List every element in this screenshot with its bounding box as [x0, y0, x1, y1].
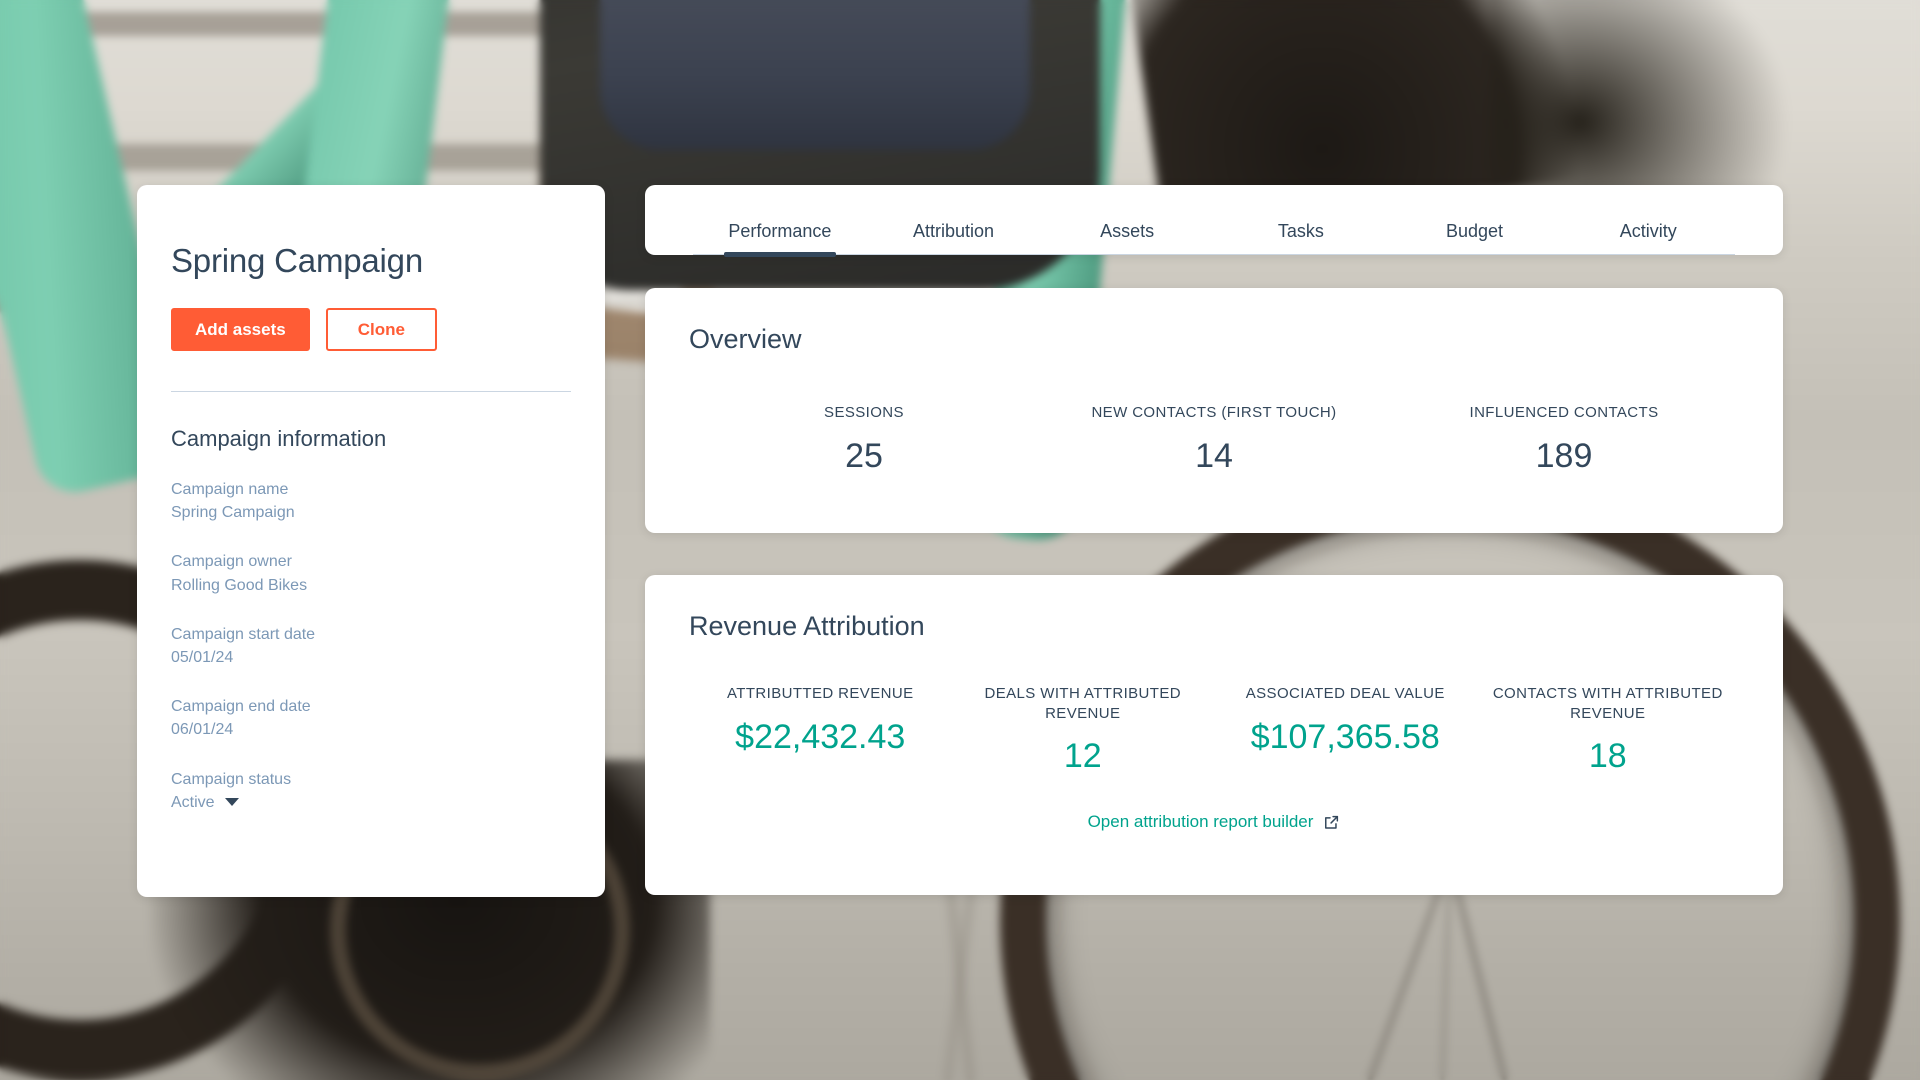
field-label: Campaign status — [171, 770, 292, 788]
tab-attribution[interactable]: Attribution — [867, 221, 1041, 254]
metric-label: CONTACTS WITH ATTRIBUTED REVENUE — [1492, 685, 1723, 722]
field-value-text: 05/01/24 — [171, 648, 234, 666]
field-label: Campaign name — [171, 481, 289, 498]
campaign-status-dropdown[interactable]: Active — [171, 791, 571, 814]
campaign-sidebar-panel: Spring Campaign Add assets Clone Campaig… — [137, 185, 605, 897]
tab-bar-card: Performance Attribution Assets Tasks Bud… — [645, 185, 1783, 255]
metric-deals-with-attributed-revenue: DEALS WITH ATTRIBUTED REVENUE 12 — [952, 684, 1215, 776]
field-value: 05/01/24 — [171, 646, 571, 669]
field-value: Spring Campaign — [171, 501, 571, 524]
clone-button[interactable]: Clone — [325, 308, 437, 351]
metric-associated-deal-value: ASSOCIATED DEAL VALUE $107,365.58 — [1214, 684, 1477, 757]
revenue-metrics: ATTRIBUTTED REVENUE $22,432.43 DEALS WIT… — [689, 684, 1739, 776]
report-link-label: Open attribution report builder — [1087, 812, 1314, 831]
metric-label: INFLUENCED CONTACTS — [1469, 404, 1659, 421]
metric-label: ASSOCIATED DEAL VALUE — [1245, 685, 1445, 702]
tab-assets[interactable]: Assets — [1040, 221, 1214, 254]
info-field-campaign-start-date: Campaign start date 05/01/24 — [171, 623, 571, 669]
tab-tasks[interactable]: Tasks — [1214, 221, 1388, 254]
add-assets-button[interactable]: Add assets — [171, 308, 310, 351]
tab-activity[interactable]: Activity — [1561, 221, 1735, 254]
info-field-campaign-name: Campaign name Spring Campaign — [171, 478, 571, 524]
metric-label: NEW CONTACTS (FIRST TOUCH) — [1091, 404, 1337, 421]
field-value-text: Rolling Good Bikes — [171, 576, 308, 594]
field-label: Campaign owner — [171, 553, 292, 571]
overview-title: Overview — [689, 324, 802, 354]
metric-attributed-revenue: ATTRIBUTTED REVENUE $22,432.43 — [689, 684, 952, 757]
revenue-attribution-title: Revenue Attribution — [689, 611, 925, 641]
metric-value: 14 — [1195, 436, 1233, 475]
field-value: 06/01/24 — [171, 718, 571, 741]
info-field-campaign-owner: Campaign owner Rolling Good Bikes — [171, 550, 571, 596]
metric-value: 189 — [1535, 436, 1593, 475]
field-label: Campaign start date — [171, 625, 316, 643]
metric-sessions: SESSIONS 25 — [689, 403, 1039, 476]
metric-influenced-contacts: INFLUENCED CONTACTS 189 — [1389, 403, 1739, 476]
report-link-container: Open attribution report builder — [689, 812, 1739, 832]
page-title: Spring Campaign — [171, 242, 423, 279]
info-field-campaign-status: Campaign status Active — [171, 768, 571, 814]
sidebar-action-buttons: Add assets Clone — [171, 308, 571, 351]
field-label: Campaign end date — [171, 698, 311, 716]
metric-new-contacts-first-touch: NEW CONTACTS (FIRST TOUCH) 14 — [1039, 403, 1389, 476]
revenue-attribution-card: Revenue Attribution ATTRIBUTTED REVENUE … — [645, 575, 1783, 895]
metric-label: SESSIONS — [824, 404, 904, 421]
overview-card: Overview SESSIONS 25 NEW CONTACTS (FIRST… — [645, 288, 1783, 533]
overview-metrics: SESSIONS 25 NEW CONTACTS (FIRST TOUCH) 1… — [689, 403, 1739, 476]
open-attribution-report-builder-link[interactable]: Open attribution report builder — [1088, 812, 1341, 832]
metric-contacts-with-attributed-revenue: CONTACTS WITH ATTRIBUTED REVENUE 18 — [1477, 684, 1740, 776]
info-field-campaign-end-date: Campaign end date 06/01/24 — [171, 695, 571, 741]
tab-strip: Performance Attribution Assets Tasks Bud… — [693, 221, 1735, 255]
metric-value: $107,365.58 — [1250, 717, 1440, 756]
metric-label: ATTRIBUTTED REVENUE — [726, 685, 914, 702]
chevron-down-icon[interactable] — [224, 798, 239, 807]
metric-value: 18 — [1588, 737, 1627, 775]
field-value-text: Spring Campaign — [171, 504, 295, 522]
external-link-icon — [1323, 814, 1340, 831]
tab-performance[interactable]: Performance — [693, 221, 867, 254]
campaign-information-heading: Campaign information — [171, 426, 387, 451]
sidebar-divider — [171, 391, 571, 392]
field-value-text: 06/01/24 — [171, 721, 234, 739]
metric-value: $22,432.43 — [735, 717, 906, 756]
field-value-text: Active — [171, 793, 215, 811]
tab-budget[interactable]: Budget — [1388, 221, 1562, 254]
metric-value: 12 — [1063, 737, 1102, 775]
field-value: Rolling Good Bikes — [171, 574, 571, 597]
metric-label: DEALS WITH ATTRIBUTED REVENUE — [984, 685, 1181, 722]
metric-value: 25 — [845, 436, 883, 475]
